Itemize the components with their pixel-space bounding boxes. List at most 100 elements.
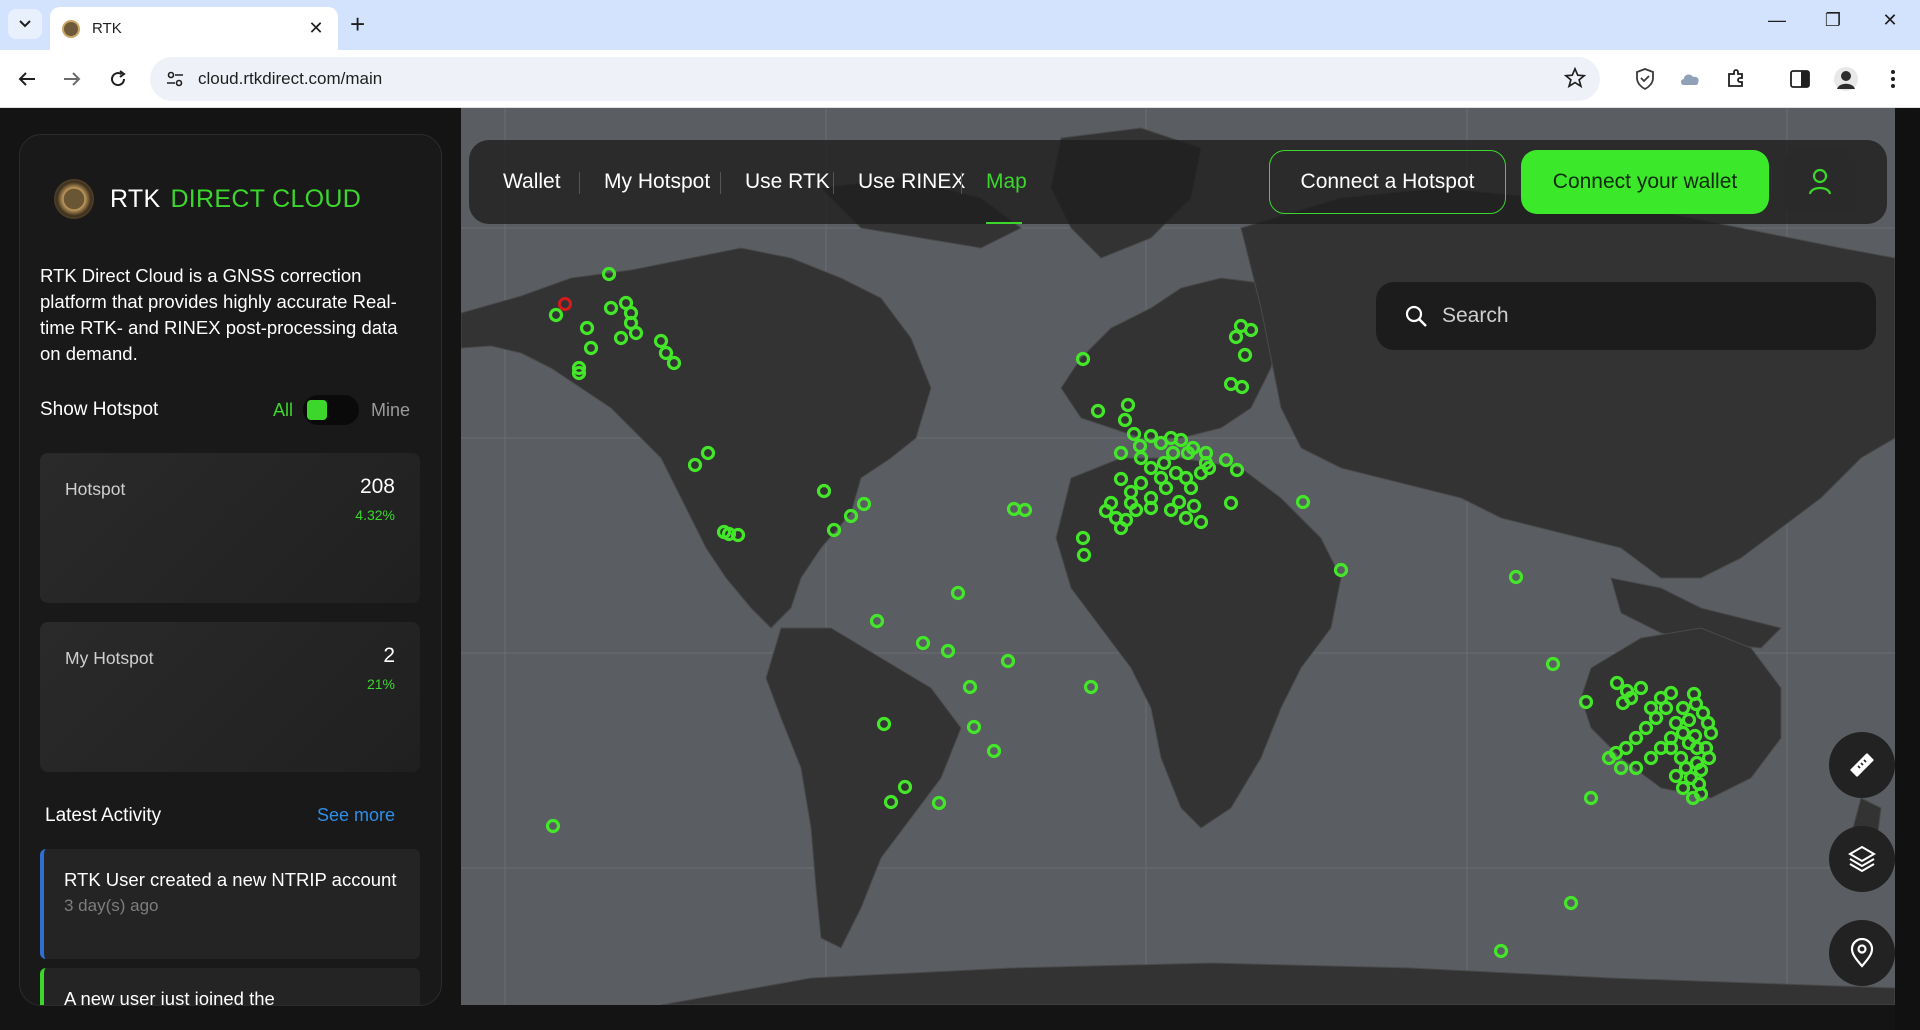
toggle-all-label[interactable]: All — [273, 400, 293, 421]
tab-search-button[interactable] — [8, 9, 42, 39]
hotspot-marker[interactable] — [1083, 679, 1099, 695]
nav-wallet[interactable]: Wallet — [503, 170, 561, 194]
hotspot-marker[interactable] — [1237, 347, 1253, 363]
toggle-mine-label[interactable]: Mine — [371, 400, 410, 421]
locate-button[interactable] — [1829, 920, 1895, 986]
hotspot-marker[interactable] — [1648, 710, 1664, 726]
hotspot-marker[interactable] — [700, 445, 716, 461]
hotspot-marker[interactable] — [897, 779, 913, 795]
hotspot-marker[interactable] — [1223, 495, 1239, 511]
hotspot-marker[interactable] — [1234, 379, 1250, 395]
hotspot-marker[interactable] — [1668, 768, 1684, 784]
brand[interactable]: RTK DIRECT CLOUD — [54, 179, 361, 219]
hotspot-marker[interactable] — [628, 325, 644, 341]
hotspot-marker[interactable] — [653, 333, 669, 349]
my-hotspot-marker[interactable] — [558, 297, 572, 311]
hotspot-marker[interactable] — [1583, 790, 1599, 806]
hotspot-marker[interactable] — [1075, 530, 1091, 546]
hotspot-marker[interactable] — [1675, 780, 1691, 796]
hotspot-marker[interactable] — [1643, 750, 1659, 766]
close-tab-icon[interactable]: ✕ — [306, 18, 326, 39]
hotspot-marker[interactable] — [666, 355, 682, 371]
user-profile-button[interactable] — [1783, 150, 1857, 214]
hotspot-marker[interactable] — [1228, 329, 1244, 345]
hotspot-marker[interactable] — [1613, 760, 1629, 776]
shield-extension-icon[interactable] — [1632, 66, 1658, 92]
hotspot-marker[interactable] — [1628, 730, 1644, 746]
hotspot-marker[interactable] — [1132, 438, 1148, 454]
show-hotspot-toggle[interactable] — [302, 395, 359, 425]
hotspot-marker[interactable] — [915, 635, 931, 651]
see-more-link[interactable]: See more — [317, 805, 395, 827]
hotspot-marker[interactable] — [1126, 426, 1142, 442]
hotspot-marker[interactable] — [1075, 351, 1091, 367]
hotspot-marker[interactable] — [1113, 445, 1129, 461]
hotspot-marker[interactable] — [1090, 403, 1106, 419]
hotspot-marker[interactable] — [876, 716, 892, 732]
address-bar[interactable]: cloud.rtkdirect.com/main — [150, 57, 1600, 101]
forward-button[interactable] — [57, 64, 87, 94]
bookmark-star-icon[interactable] — [1564, 67, 1586, 89]
hotspot-marker[interactable] — [658, 345, 674, 361]
hotspot-marker[interactable] — [1120, 397, 1136, 413]
hotspot-marker[interactable] — [1681, 712, 1697, 728]
side-panel-icon[interactable] — [1787, 66, 1813, 92]
connect-hotspot-button[interactable]: Connect a Hotspot — [1269, 150, 1506, 214]
hotspot-marker[interactable] — [940, 643, 956, 659]
reload-button[interactable] — [103, 64, 133, 94]
hotspot-marker[interactable] — [1123, 484, 1139, 500]
cloud-extension-icon[interactable] — [1677, 66, 1703, 92]
hotspot-marker[interactable] — [950, 585, 966, 601]
hotspot-marker[interactable] — [869, 613, 885, 629]
hotspot-marker[interactable] — [1156, 455, 1172, 471]
hotspot-marker[interactable] — [1333, 562, 1349, 578]
hotspot-marker[interactable] — [1609, 675, 1625, 691]
hotspot-marker[interactable] — [1563, 895, 1579, 911]
hotspot-marker[interactable] — [931, 795, 947, 811]
hotspot-marker[interactable] — [816, 483, 832, 499]
hotspot-marker[interactable] — [1633, 680, 1649, 696]
hotspot-marker[interactable] — [1663, 685, 1679, 701]
hotspot-marker[interactable] — [1628, 760, 1644, 776]
map-search-input[interactable]: Search — [1376, 282, 1876, 350]
hotspot-marker[interactable] — [583, 340, 599, 356]
activity-item[interactable]: RTK User created a new NTRIP account 3 d… — [40, 849, 420, 959]
hotspot-marker[interactable] — [603, 300, 619, 316]
activity-item[interactable]: A new user just joined the — [40, 968, 420, 1005]
hotspot-marker[interactable] — [883, 794, 899, 810]
hotspot-marker[interactable] — [1178, 510, 1194, 526]
nav-map[interactable]: Map — [986, 170, 1027, 194]
hotspot-marker[interactable] — [1117, 412, 1133, 428]
hotspot-marker[interactable] — [966, 719, 982, 735]
nav-use-rinex[interactable]: Use RINEX — [858, 170, 965, 194]
hotspot-marker[interactable] — [1229, 462, 1245, 478]
hotspot-marker[interactable] — [1113, 471, 1129, 487]
hotspot-marker[interactable] — [687, 457, 703, 473]
restore-icon[interactable]: ❐ — [1813, 10, 1853, 31]
profile-avatar-icon[interactable] — [1833, 66, 1859, 92]
hotspot-marker[interactable] — [548, 307, 564, 323]
hotspot-marker[interactable] — [1675, 700, 1691, 716]
close-window-icon[interactable]: ✕ — [1870, 10, 1910, 31]
hotspot-marker[interactable] — [1578, 694, 1594, 710]
hotspot-marker[interactable] — [545, 818, 561, 834]
browser-tab[interactable]: RTK ✕ — [50, 7, 338, 50]
hotspot-marker[interactable] — [601, 266, 617, 282]
connect-wallet-button[interactable]: Connect your wallet — [1521, 150, 1769, 214]
hotspot-marker[interactable] — [1186, 498, 1202, 514]
page-scrollbar[interactable] — [1895, 108, 1920, 1030]
hotspot-marker[interactable] — [579, 320, 595, 336]
hotspot-marker[interactable] — [1223, 376, 1239, 392]
back-button[interactable] — [12, 64, 42, 94]
nav-my-hotspot[interactable]: My Hotspot — [604, 170, 710, 194]
hotspot-marker[interactable] — [1000, 653, 1016, 669]
hotspot-marker[interactable] — [1545, 656, 1561, 672]
hotspot-marker[interactable] — [1133, 475, 1149, 491]
hotspot-marker[interactable] — [1006, 501, 1022, 517]
minimize-icon[interactable]: — — [1757, 10, 1797, 31]
hotspot-marker[interactable] — [1295, 494, 1311, 510]
hotspot-marker[interactable] — [1638, 720, 1654, 736]
browser-menu-icon[interactable] — [1880, 66, 1906, 92]
new-tab-button[interactable]: + — [350, 10, 365, 38]
layers-button[interactable] — [1829, 826, 1895, 892]
